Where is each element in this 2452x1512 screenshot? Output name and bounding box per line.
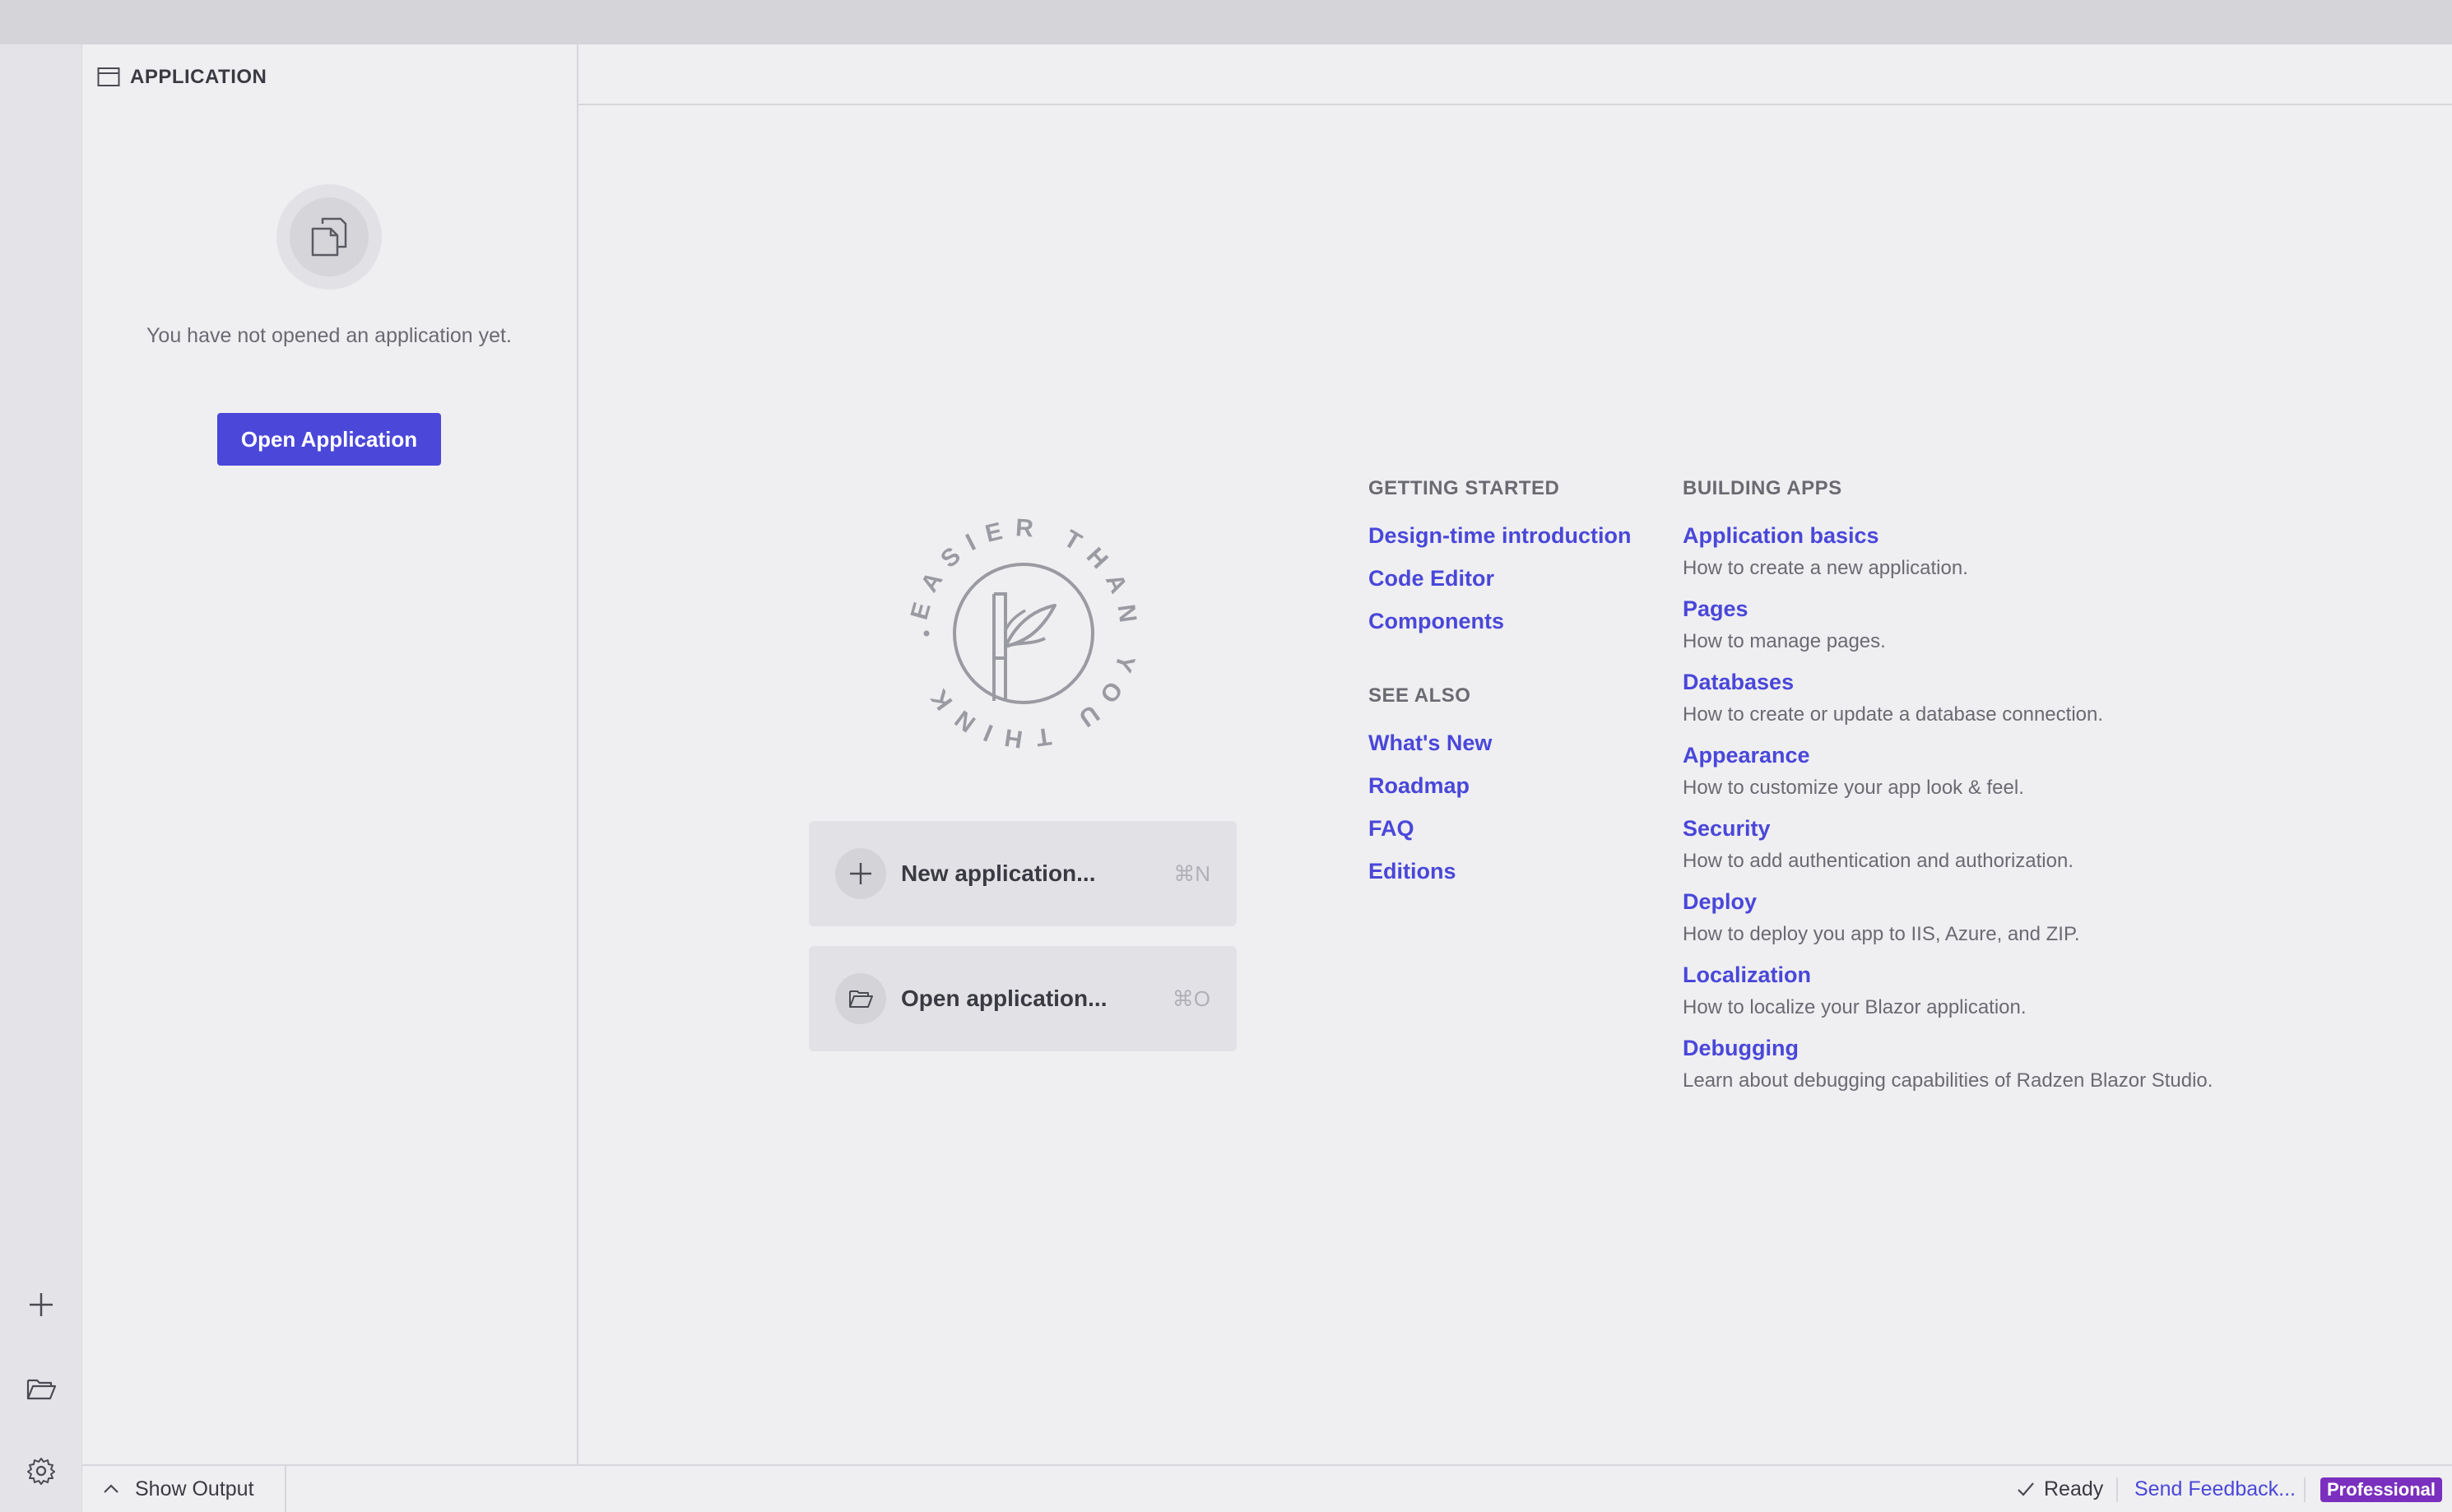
link-components[interactable]: Components [1368, 609, 1504, 634]
link-faq[interactable]: FAQ [1368, 816, 1414, 842]
empty-state-text: You have not opened an application yet. [146, 324, 512, 347]
desc-pages: How to manage pages. [1683, 630, 1886, 652]
link-appearance[interactable]: Appearance [1683, 743, 1810, 768]
empty-state-badge [276, 184, 382, 290]
plus-icon [850, 863, 871, 884]
desc-localization: How to localize your Blazor application. [1683, 996, 2027, 1018]
status-bar: Show Output Ready Send Feedback... Profe… [82, 1464, 2452, 1512]
svg-text:EASIER THAN YOU THINK: EASIER THAN YOU THINK [908, 518, 1139, 749]
send-feedback-link[interactable]: Send Feedback... [2134, 1466, 2296, 1512]
link-whats-new[interactable]: What's New [1368, 730, 1492, 756]
open-application-card[interactable]: Open application... ⌘O [809, 946, 1237, 1051]
window-icon [97, 67, 120, 86]
sidebar-title: APPLICATION [130, 66, 267, 88]
getting-started-title: GETTING STARTED [1368, 477, 1560, 499]
editor-tab-bar [578, 44, 2452, 105]
see-also-title: SEE ALSO [1368, 684, 1471, 707]
settings-activity-button[interactable] [21, 1451, 61, 1491]
desc-security: How to add authentication and authorizat… [1683, 850, 2074, 872]
new-application-card[interactable]: New application... ⌘N [809, 821, 1237, 926]
link-roadmap[interactable]: Roadmap [1368, 773, 1470, 799]
desc-application-basics: How to create a new application. [1683, 557, 1968, 579]
status-divider [2304, 1477, 2306, 1502]
easier-than-you-think-logo: EASIER THAN YOU THINK [908, 518, 1139, 749]
chevron-up-icon [104, 1484, 118, 1493]
new-application-shortcut: ⌘N [1173, 860, 1210, 886]
desc-appearance: How to customize your app look & feel. [1683, 777, 2024, 799]
link-security[interactable]: Security [1683, 816, 1771, 842]
application-sidebar: APPLICATION You have not opened an appli… [82, 44, 578, 1464]
folder-open-icon [849, 990, 873, 1008]
activity-bar [0, 44, 82, 1512]
link-databases[interactable]: Databases [1683, 670, 1794, 695]
link-debugging[interactable]: Debugging [1683, 1036, 1799, 1061]
check-icon [2018, 1482, 2034, 1496]
status-divider [2116, 1477, 2118, 1502]
open-application-button[interactable]: Open Application [217, 413, 441, 466]
open-application-shortcut: ⌘O [1172, 986, 1210, 1011]
plus-icon [30, 1293, 53, 1316]
link-localization[interactable]: Localization [1683, 962, 1811, 988]
new-application-label: New application... [901, 860, 1096, 886]
building-apps-title: BUILDING APPS [1683, 477, 1842, 499]
open-application-label: Open application... [901, 986, 1108, 1011]
link-editions[interactable]: Editions [1368, 859, 1456, 884]
status-indicator: Ready [2016, 1466, 2103, 1512]
link-design-time-introduction[interactable]: Design-time introduction [1368, 523, 1632, 549]
link-pages[interactable]: Pages [1683, 596, 1748, 622]
edition-badge: Professional [2320, 1477, 2442, 1502]
link-application-basics[interactable]: Application basics [1683, 523, 1879, 549]
copy-files-icon [311, 217, 347, 257]
open-app-activity-button[interactable] [21, 1369, 61, 1408]
window-titlebar [0, 0, 2452, 44]
link-code-editor[interactable]: Code Editor [1368, 566, 1494, 591]
sidebar-header: APPLICATION [97, 63, 267, 92]
desc-deploy: How to deploy you app to IIS, Azure, and… [1683, 923, 2080, 945]
gear-icon [27, 1458, 55, 1485]
link-deploy[interactable]: Deploy [1683, 889, 1757, 915]
show-output-label: Show Output [135, 1477, 254, 1500]
desc-databases: How to create or update a database conne… [1683, 703, 2104, 726]
show-output-toggle[interactable]: Show Output [82, 1466, 286, 1512]
folder-open-icon [26, 1379, 57, 1400]
status-text: Ready [2044, 1477, 2104, 1500]
desc-debugging: Learn about debugging capabilities of Ra… [1683, 1069, 2213, 1092]
new-app-activity-button[interactable] [21, 1285, 61, 1324]
